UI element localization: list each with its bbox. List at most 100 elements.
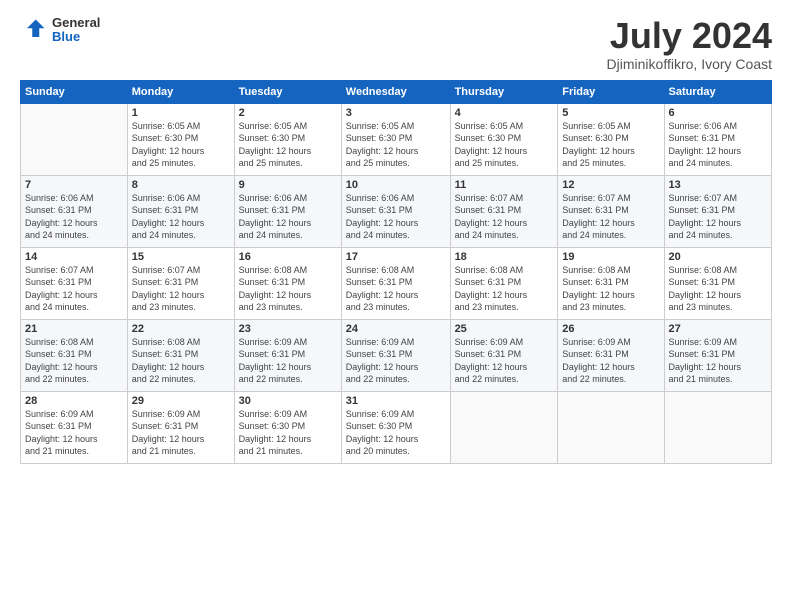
day-number: 19 [562,251,659,263]
calendar-cell: 11Sunrise: 6:07 AM Sunset: 6:31 PM Dayli… [450,175,558,247]
calendar-cell [21,103,128,175]
day-number: 31 [346,395,446,407]
day-number: 2 [239,107,337,119]
day-info: Sunrise: 6:05 AM Sunset: 6:30 PM Dayligh… [239,120,337,170]
logo-general: General [52,16,100,30]
day-info: Sunrise: 6:09 AM Sunset: 6:31 PM Dayligh… [25,408,123,458]
day-number: 15 [132,251,230,263]
calendar-cell: 10Sunrise: 6:06 AM Sunset: 6:31 PM Dayli… [341,175,450,247]
day-info: Sunrise: 6:07 AM Sunset: 6:31 PM Dayligh… [562,192,659,242]
day-info: Sunrise: 6:07 AM Sunset: 6:31 PM Dayligh… [132,264,230,314]
day-number: 12 [562,179,659,191]
calendar-day-header: Saturday [664,80,771,103]
calendar-cell: 27Sunrise: 6:09 AM Sunset: 6:31 PM Dayli… [664,319,771,391]
day-info: Sunrise: 6:09 AM Sunset: 6:30 PM Dayligh… [239,408,337,458]
day-number: 13 [669,179,767,191]
day-number: 27 [669,323,767,335]
calendar-week-row: 7Sunrise: 6:06 AM Sunset: 6:31 PM Daylig… [21,175,772,247]
calendar-cell: 21Sunrise: 6:08 AM Sunset: 6:31 PM Dayli… [21,319,128,391]
day-number: 22 [132,323,230,335]
calendar-cell: 13Sunrise: 6:07 AM Sunset: 6:31 PM Dayli… [664,175,771,247]
day-info: Sunrise: 6:08 AM Sunset: 6:31 PM Dayligh… [346,264,446,314]
day-info: Sunrise: 6:09 AM Sunset: 6:31 PM Dayligh… [346,336,446,386]
calendar-day-header: Tuesday [234,80,341,103]
day-number: 24 [346,323,446,335]
day-info: Sunrise: 6:06 AM Sunset: 6:31 PM Dayligh… [346,192,446,242]
calendar-week-row: 28Sunrise: 6:09 AM Sunset: 6:31 PM Dayli… [21,391,772,463]
title-block: July 2024 Djiminikoffikro, Ivory Coast [607,16,772,72]
calendar-cell: 25Sunrise: 6:09 AM Sunset: 6:31 PM Dayli… [450,319,558,391]
day-info: Sunrise: 6:07 AM Sunset: 6:31 PM Dayligh… [669,192,767,242]
day-number: 6 [669,107,767,119]
day-info: Sunrise: 6:06 AM Sunset: 6:31 PM Dayligh… [669,120,767,170]
day-number: 17 [346,251,446,263]
day-info: Sunrise: 6:09 AM Sunset: 6:31 PM Dayligh… [455,336,554,386]
calendar-cell: 26Sunrise: 6:09 AM Sunset: 6:31 PM Dayli… [558,319,664,391]
day-info: Sunrise: 6:06 AM Sunset: 6:31 PM Dayligh… [132,192,230,242]
day-number: 26 [562,323,659,335]
day-info: Sunrise: 6:05 AM Sunset: 6:30 PM Dayligh… [132,120,230,170]
calendar-cell: 9Sunrise: 6:06 AM Sunset: 6:31 PM Daylig… [234,175,341,247]
calendar-day-header: Friday [558,80,664,103]
day-number: 5 [562,107,659,119]
calendar-header-row: SundayMondayTuesdayWednesdayThursdayFrid… [21,80,772,103]
calendar-day-header: Thursday [450,80,558,103]
calendar-cell: 15Sunrise: 6:07 AM Sunset: 6:31 PM Dayli… [127,247,234,319]
day-info: Sunrise: 6:07 AM Sunset: 6:31 PM Dayligh… [455,192,554,242]
day-info: Sunrise: 6:08 AM Sunset: 6:31 PM Dayligh… [455,264,554,314]
day-number: 11 [455,179,554,191]
day-number: 9 [239,179,337,191]
day-number: 3 [346,107,446,119]
day-info: Sunrise: 6:09 AM Sunset: 6:30 PM Dayligh… [346,408,446,458]
calendar-cell: 14Sunrise: 6:07 AM Sunset: 6:31 PM Dayli… [21,247,128,319]
day-number: 18 [455,251,554,263]
calendar-cell: 12Sunrise: 6:07 AM Sunset: 6:31 PM Dayli… [558,175,664,247]
calendar-cell: 29Sunrise: 6:09 AM Sunset: 6:31 PM Dayli… [127,391,234,463]
day-info: Sunrise: 6:09 AM Sunset: 6:31 PM Dayligh… [132,408,230,458]
calendar-cell: 16Sunrise: 6:08 AM Sunset: 6:31 PM Dayli… [234,247,341,319]
day-info: Sunrise: 6:05 AM Sunset: 6:30 PM Dayligh… [346,120,446,170]
page: General Blue July 2024 Djiminikoffikro, … [0,0,792,612]
calendar-cell: 4Sunrise: 6:05 AM Sunset: 6:30 PM Daylig… [450,103,558,175]
calendar-cell: 24Sunrise: 6:09 AM Sunset: 6:31 PM Dayli… [341,319,450,391]
calendar-cell [450,391,558,463]
calendar-cell: 31Sunrise: 6:09 AM Sunset: 6:30 PM Dayli… [341,391,450,463]
day-number: 8 [132,179,230,191]
main-title: July 2024 [607,16,772,56]
day-info: Sunrise: 6:08 AM Sunset: 6:31 PM Dayligh… [669,264,767,314]
day-info: Sunrise: 6:07 AM Sunset: 6:31 PM Dayligh… [25,264,123,314]
calendar-week-row: 1Sunrise: 6:05 AM Sunset: 6:30 PM Daylig… [21,103,772,175]
calendar-day-header: Wednesday [341,80,450,103]
day-info: Sunrise: 6:06 AM Sunset: 6:31 PM Dayligh… [25,192,123,242]
calendar-week-row: 21Sunrise: 6:08 AM Sunset: 6:31 PM Dayli… [21,319,772,391]
day-number: 30 [239,395,337,407]
day-info: Sunrise: 6:05 AM Sunset: 6:30 PM Dayligh… [455,120,554,170]
day-number: 29 [132,395,230,407]
day-info: Sunrise: 6:08 AM Sunset: 6:31 PM Dayligh… [25,336,123,386]
day-number: 10 [346,179,446,191]
header: General Blue July 2024 Djiminikoffikro, … [20,16,772,72]
calendar-cell: 23Sunrise: 6:09 AM Sunset: 6:31 PM Dayli… [234,319,341,391]
calendar-cell: 28Sunrise: 6:09 AM Sunset: 6:31 PM Dayli… [21,391,128,463]
day-info: Sunrise: 6:08 AM Sunset: 6:31 PM Dayligh… [239,264,337,314]
day-info: Sunrise: 6:06 AM Sunset: 6:31 PM Dayligh… [239,192,337,242]
day-number: 16 [239,251,337,263]
day-number: 21 [25,323,123,335]
logo: General Blue [20,16,100,45]
logo-text: General Blue [52,16,100,45]
calendar-cell: 18Sunrise: 6:08 AM Sunset: 6:31 PM Dayli… [450,247,558,319]
day-info: Sunrise: 6:09 AM Sunset: 6:31 PM Dayligh… [239,336,337,386]
calendar-cell: 8Sunrise: 6:06 AM Sunset: 6:31 PM Daylig… [127,175,234,247]
day-info: Sunrise: 6:08 AM Sunset: 6:31 PM Dayligh… [562,264,659,314]
day-number: 20 [669,251,767,263]
day-info: Sunrise: 6:08 AM Sunset: 6:31 PM Dayligh… [132,336,230,386]
calendar-cell: 17Sunrise: 6:08 AM Sunset: 6:31 PM Dayli… [341,247,450,319]
calendar-cell: 30Sunrise: 6:09 AM Sunset: 6:30 PM Dayli… [234,391,341,463]
logo-icon [20,16,48,44]
day-info: Sunrise: 6:09 AM Sunset: 6:31 PM Dayligh… [669,336,767,386]
calendar-table: SundayMondayTuesdayWednesdayThursdayFrid… [20,80,772,464]
calendar-cell: 1Sunrise: 6:05 AM Sunset: 6:30 PM Daylig… [127,103,234,175]
day-number: 1 [132,107,230,119]
day-number: 23 [239,323,337,335]
calendar-cell: 6Sunrise: 6:06 AM Sunset: 6:31 PM Daylig… [664,103,771,175]
